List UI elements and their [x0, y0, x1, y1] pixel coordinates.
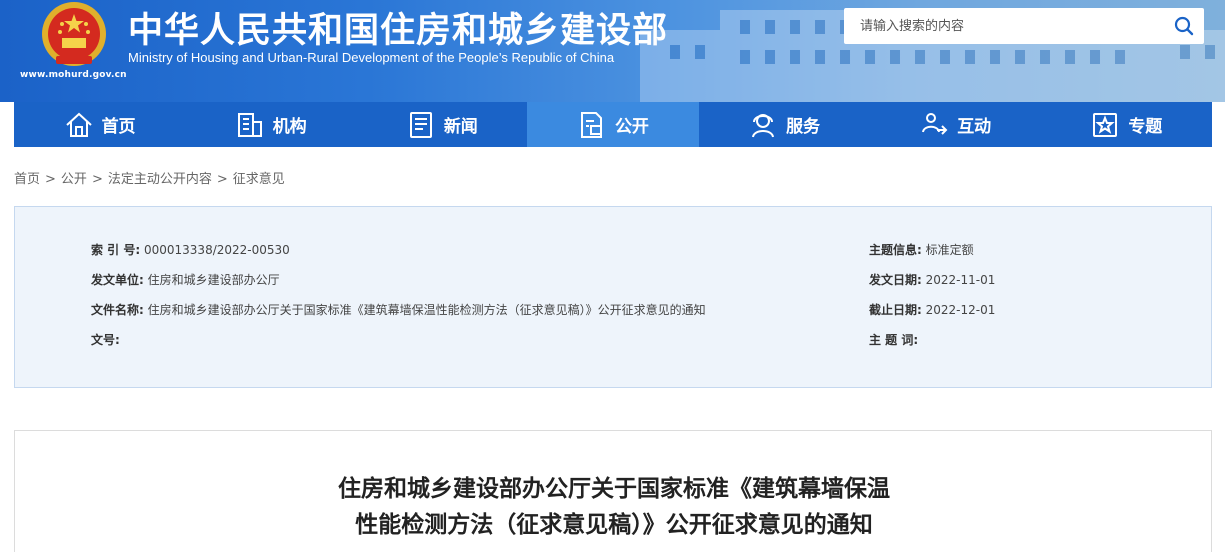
breadcrumb-home[interactable]: 首页: [14, 172, 40, 187]
service-icon: [752, 113, 775, 137]
search-input[interactable]: [844, 8, 1164, 44]
info-topic-label: 主题信息:: [869, 243, 922, 257]
article-title-line: 性能检测方法（征求意见稿）》公开征求意见的通知: [355, 512, 873, 538]
info-docno-row: 文号:: [91, 331, 149, 348]
search-icon: [1174, 16, 1194, 36]
info-keywords-label: 主 题 词:: [869, 333, 919, 347]
nav-item-service[interactable]: 服务: [699, 102, 870, 147]
info-issuer-value: 住房和城乡建设部办公厅: [147, 273, 280, 287]
nav-item-label: 机构: [272, 117, 307, 137]
search-box: [844, 8, 1204, 44]
info-date-value: 2022-11-01: [925, 273, 996, 287]
article-title-line: 住房和城乡建设部办公厅关于国家标准《建筑幕墙保温: [338, 476, 890, 502]
article-title: 住房和城乡建设部办公厅关于国家标准《建筑幕墙保温 性能检测方法（征求意见稿）》公…: [15, 471, 1213, 543]
breadcrumb-separator: >: [216, 172, 228, 187]
nav-item-label: 新闻: [443, 117, 478, 137]
breadcrumb-separator: >: [45, 172, 56, 187]
topic-star-icon: [1093, 112, 1118, 137]
info-keywords-row: 主 题 词:: [869, 331, 918, 348]
disclosure-icon: [580, 111, 602, 138]
breadcrumb: 首页 > 公开 > 法定主动公开内容 > 征求意见: [14, 168, 285, 187]
site-url: www.mohurd.gov.cn: [20, 70, 127, 80]
info-filename-value: 住房和城乡建设部办公厅关于国家标准《建筑幕墙保温性能检测方法（征求意见稿）》公开…: [147, 303, 706, 317]
news-icon: [409, 111, 432, 138]
info-issuer-label: 发文单位:: [91, 273, 144, 287]
info-docno-label-part: 文: [91, 333, 104, 347]
breadcrumb-disclosure[interactable]: 公开: [61, 172, 87, 187]
main-nav: 首页 机构 新闻 公开 服务 互动 专题: [14, 102, 1212, 147]
info-issuer-row: 发文单位: 住房和城乡建设部办公厅: [91, 271, 280, 288]
nav-item-label: 公开: [614, 117, 649, 137]
info-deadline-row: 截止日期: 2022-12-01: [869, 301, 995, 318]
info-index-row: 索 引 号: 000013338/2022-00530: [91, 241, 290, 258]
site-title-english: Ministry of Housing and Urban-Rural Deve…: [128, 50, 615, 65]
info-docno-label: 文号:: [91, 331, 149, 348]
info-date-row: 发文日期: 2022-11-01: [869, 271, 995, 288]
info-topic-row: 主题信息: 标准定额: [869, 241, 974, 258]
home-icon: [65, 112, 92, 137]
nav-item-organization[interactable]: 机构: [185, 102, 356, 147]
info-index-label: 索 引 号:: [91, 243, 141, 257]
site-header: www.mohurd.gov.cn 中华人民共和国住房和城乡建设部 Minist…: [0, 0, 1225, 102]
nav-item-home[interactable]: 首页: [14, 102, 185, 147]
building-icon: [237, 112, 262, 137]
nav-item-label: 互动: [957, 117, 992, 137]
national-emblem-icon: [42, 2, 106, 66]
nav-item-label: 服务: [786, 117, 821, 137]
document-info-box: 索 引 号: 000013338/2022-00530 发文单位: 住房和城乡建…: [14, 206, 1212, 388]
interaction-icon: [922, 112, 948, 135]
nav-item-disclosure[interactable]: 公开: [527, 102, 699, 147]
nav-item-interaction[interactable]: 互动: [870, 102, 1041, 147]
info-filename-label: 文件名称:: [91, 303, 144, 317]
site-title-chinese: 中华人民共和国住房和城乡建设部: [128, 11, 669, 51]
breadcrumb-separator: >: [91, 172, 103, 187]
info-docno-label-part: 号:: [103, 333, 120, 347]
info-date-label: 发文日期:: [869, 273, 922, 287]
info-topic-value: 标准定额: [925, 243, 974, 257]
breadcrumb-statutory-content[interactable]: 法定主动公开内容: [108, 172, 212, 187]
info-index-value: 000013338/2022-00530: [143, 243, 290, 257]
nav-item-label: 首页: [101, 117, 136, 137]
nav-item-label: 专题: [1128, 117, 1163, 137]
breadcrumb-consultation[interactable]: 征求意见: [233, 172, 285, 187]
article-container: 住房和城乡建设部办公厅关于国家标准《建筑幕墙保温 性能检测方法（征求意见稿）》公…: [14, 430, 1212, 552]
search-button[interactable]: [1164, 8, 1204, 44]
nav-item-news[interactable]: 新闻: [356, 102, 527, 147]
nav-item-topics[interactable]: 专题: [1041, 102, 1212, 147]
info-deadline-value: 2022-12-01: [925, 303, 996, 317]
info-filename-row: 文件名称: 住房和城乡建设部办公厅关于国家标准《建筑幕墙保温性能检测方法（征求意…: [91, 301, 706, 318]
info-deadline-label: 截止日期:: [869, 303, 922, 317]
